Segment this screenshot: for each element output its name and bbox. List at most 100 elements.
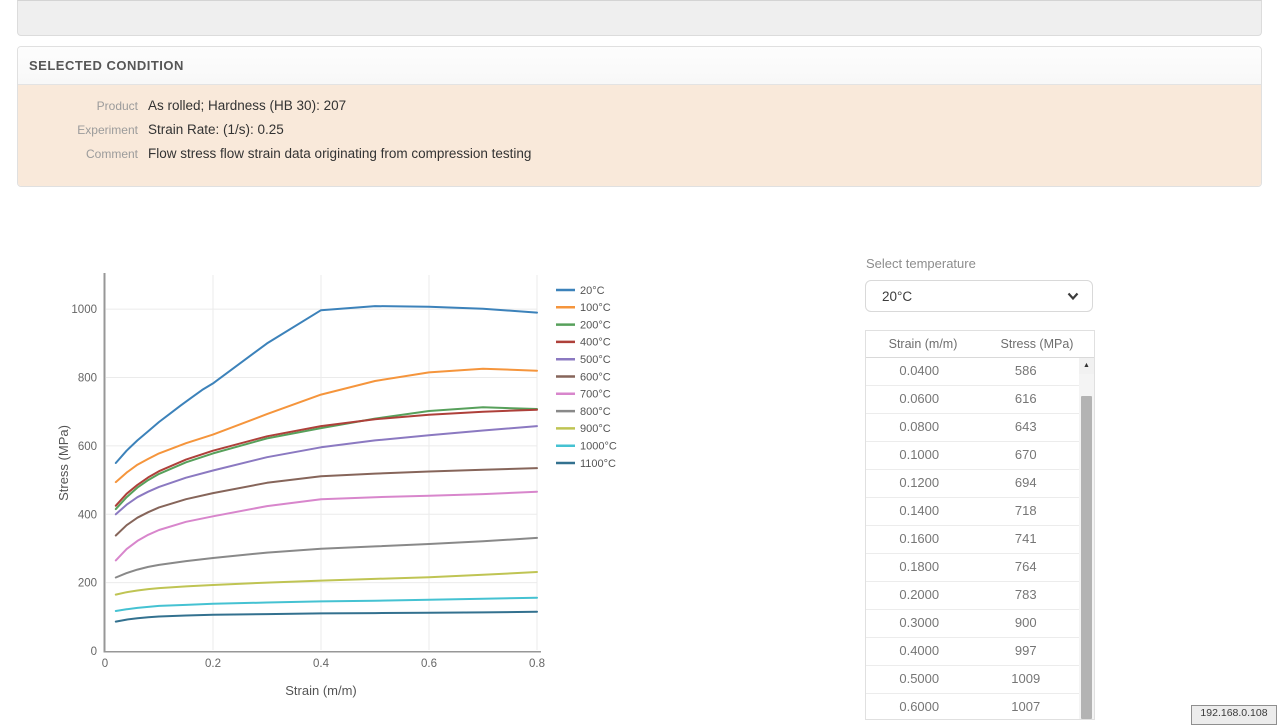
- chart-legend: 20°C 100°C 200°C 400°C 500°C 600°C 700°C 800°C 9…: [556, 285, 617, 470]
- table-row[interactable]: 0.4000997: [866, 638, 1079, 666]
- series-line-400°C: [116, 410, 537, 506]
- y-axis-title: Stress (MPa): [56, 425, 71, 501]
- x-tick-label: 0.8: [529, 658, 545, 670]
- table-row[interactable]: 0.60001007: [866, 694, 1079, 720]
- stress-cell: 586: [973, 358, 1080, 385]
- y-tick-label: 1000: [71, 304, 97, 316]
- comment-label: Comment: [18, 147, 138, 161]
- table-row[interactable]: 0.0800643: [866, 414, 1079, 442]
- experiment-label: Experiment: [18, 123, 138, 137]
- series-line-1100°C: [116, 612, 537, 622]
- legend-label-200°C: 200°C: [580, 319, 611, 331]
- legend-label-500°C: 500°C: [580, 354, 611, 366]
- stress-cell: 616: [973, 386, 1080, 413]
- strain-cell: 0.0600: [866, 386, 973, 413]
- series-line-1000°C: [116, 598, 537, 611]
- chevron-down-icon: [1066, 289, 1080, 303]
- series-line-20°C: [116, 306, 537, 463]
- legend-label-700°C: 700°C: [580, 389, 611, 401]
- collapsed-panel-fragment: [17, 0, 1262, 36]
- chart-series: [116, 306, 537, 621]
- condition-row-comment: Comment Flow stress flow strain data ori…: [18, 146, 1261, 170]
- condition-row-product: Product As rolled; Hardness (HB 30): 207: [18, 98, 1261, 122]
- comment-value: Flow stress flow strain data originating…: [148, 146, 531, 161]
- legend-label-600°C: 600°C: [580, 371, 611, 383]
- stress-cell: 643: [973, 414, 1080, 441]
- table-row[interactable]: 0.1600741: [866, 526, 1079, 554]
- strain-cell: 0.6000: [866, 694, 973, 720]
- stress-cell: 670: [973, 442, 1080, 469]
- table-body: 0.04005860.06006160.08006430.10006700.12…: [866, 358, 1079, 720]
- strain-cell: 0.0800: [866, 414, 973, 441]
- legend-label-400°C: 400°C: [580, 337, 611, 349]
- stress-strain-chart: 0200400600800100000.20.40.60.8Strain (m/…: [0, 250, 840, 720]
- x-tick-label: 0.6: [421, 658, 437, 670]
- stress-cell: 1007: [973, 694, 1080, 720]
- page: SELECTED CONDITION Product As rolled; Ha…: [0, 0, 1280, 720]
- remote-ip-text: 192.168.0.108: [1200, 707, 1267, 719]
- stress-cell: 718: [973, 498, 1080, 525]
- x-tick-label: 0.4: [313, 658, 330, 670]
- strain-cell: 0.3000: [866, 610, 973, 637]
- stress-cell: 997: [973, 638, 1080, 665]
- stress-cell: 764: [973, 554, 1080, 581]
- table-header-row: Strain (m/m) Stress (MPa): [866, 331, 1094, 358]
- product-label: Product: [18, 99, 138, 113]
- chart-canvas: 0200400600800100000.20.40.60.8Strain (m/…: [0, 250, 840, 720]
- table-row[interactable]: 0.1200694: [866, 470, 1079, 498]
- strain-cell: 0.1000: [866, 442, 973, 469]
- table-row[interactable]: 0.1800764: [866, 554, 1079, 582]
- stress-strain-table: Strain (m/m) Stress (MPa) 0.04005860.060…: [865, 330, 1095, 720]
- section-title: SELECTED CONDITION: [29, 58, 184, 73]
- stress-cell: 1009: [973, 666, 1080, 693]
- product-value: As rolled; Hardness (HB 30): 207: [148, 98, 346, 113]
- legend-label-1000°C: 1000°C: [580, 441, 617, 453]
- stress-cell: 783: [973, 582, 1080, 609]
- strain-cell: 0.1800: [866, 554, 973, 581]
- legend-label-100°C: 100°C: [580, 302, 611, 314]
- table-row[interactable]: 0.0400586: [866, 358, 1079, 386]
- table-row[interactable]: 0.0600616: [866, 386, 1079, 414]
- table-scrollbar[interactable]: ▲: [1079, 358, 1094, 719]
- table-row[interactable]: 0.2000783: [866, 582, 1079, 610]
- series-line-600°C: [116, 468, 537, 535]
- temperature-select-label: Select temperature: [866, 256, 976, 271]
- y-tick-label: 400: [78, 509, 97, 521]
- series-line-900°C: [116, 572, 537, 595]
- stress-cell: 694: [973, 470, 1080, 497]
- series-line-800°C: [116, 538, 537, 578]
- stress-cell: 900: [973, 610, 1080, 637]
- strain-cell: 0.0400: [866, 358, 973, 385]
- legend-label-20°C: 20°C: [580, 285, 605, 297]
- y-tick-label: 600: [78, 441, 97, 453]
- selected-condition-header: SELECTED CONDITION: [18, 47, 1261, 85]
- y-tick-label: 800: [78, 373, 97, 385]
- y-tick-label: 0: [91, 646, 97, 658]
- experiment-value: Strain Rate: (1/s): 0.25: [148, 122, 284, 137]
- table-row[interactable]: 0.50001009: [866, 666, 1079, 694]
- strain-cell: 0.1200: [866, 470, 973, 497]
- x-tick-label: 0.2: [205, 658, 221, 670]
- selected-condition-card: SELECTED CONDITION Product As rolled; Ha…: [17, 46, 1262, 187]
- y-tick-label: 200: [78, 578, 97, 590]
- strain-cell: 0.5000: [866, 666, 973, 693]
- table-row[interactable]: 0.1400718: [866, 498, 1079, 526]
- scrollbar-thumb[interactable]: [1081, 396, 1092, 719]
- stress-column-header: Stress (MPa): [980, 331, 1094, 357]
- strain-cell: 0.4000: [866, 638, 973, 665]
- strain-cell: 0.1600: [866, 526, 973, 553]
- temperature-select-value: 20°C: [882, 289, 1066, 304]
- x-axis-title: Strain (m/m): [285, 683, 357, 698]
- strain-column-header: Strain (m/m): [866, 331, 980, 357]
- legend-label-900°C: 900°C: [580, 423, 611, 435]
- legend-label-1100°C: 1100°C: [580, 458, 616, 470]
- strain-cell: 0.1400: [866, 498, 973, 525]
- scroll-up-button[interactable]: ▲: [1079, 358, 1094, 374]
- table-row[interactable]: 0.1000670: [866, 442, 1079, 470]
- chart-axes: [104, 273, 542, 653]
- selected-condition-body: Product As rolled; Hardness (HB 30): 207…: [18, 85, 1261, 186]
- chart-grid: [106, 275, 537, 650]
- table-row[interactable]: 0.3000900: [866, 610, 1079, 638]
- legend-label-800°C: 800°C: [580, 406, 611, 418]
- temperature-select[interactable]: 20°C: [865, 280, 1093, 312]
